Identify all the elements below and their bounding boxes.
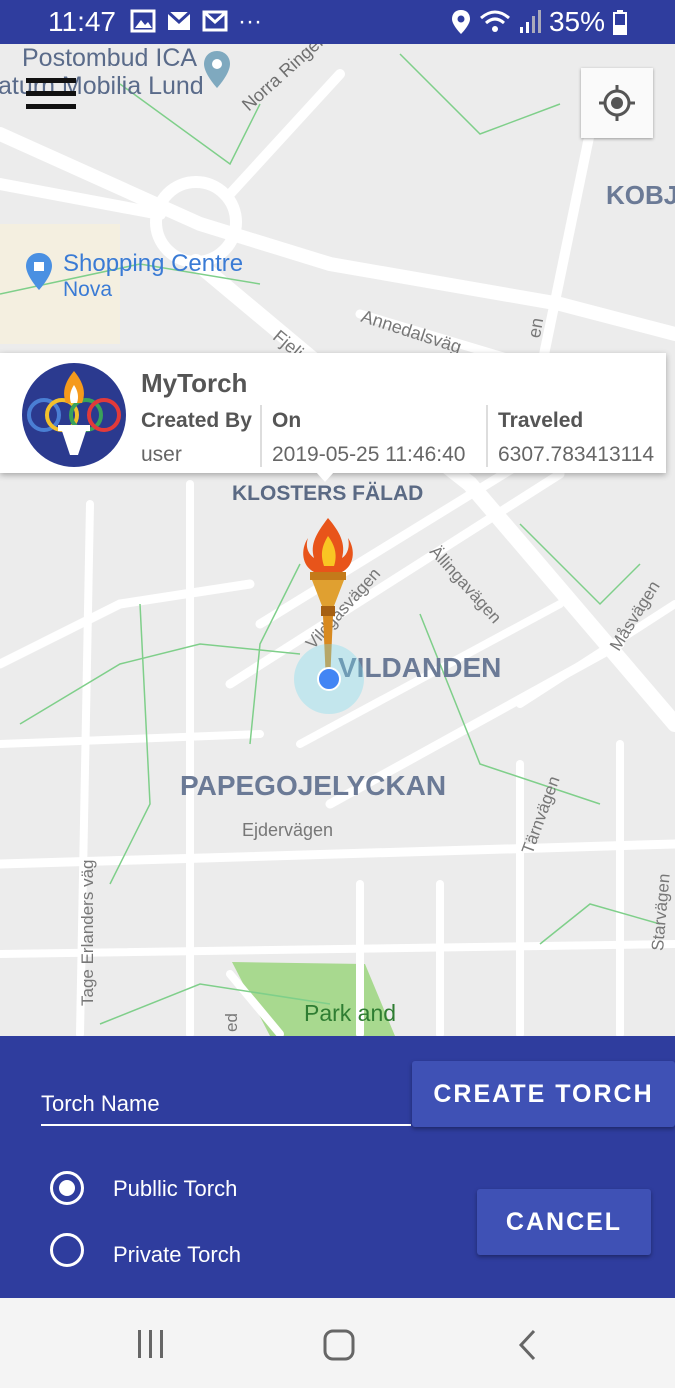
notification-icons: ··· [130, 8, 262, 36]
label-en: en [524, 316, 548, 340]
create-torch-button[interactable]: CREATE TORCH [412, 1061, 675, 1127]
divider [486, 405, 488, 467]
created-by-label: Created By [141, 409, 252, 432]
my-location-button[interactable] [581, 68, 653, 138]
label-kobj: KOBJ [606, 180, 675, 210]
torch-name-input[interactable] [41, 1084, 411, 1126]
email-icon [166, 10, 192, 30]
label-ejdervagen: Ejdervägen [242, 820, 334, 840]
back-icon[interactable] [516, 1328, 540, 1362]
torch-title: MyTorch [141, 368, 248, 398]
label-tage-erlanders: Tage Erlanders väg [78, 859, 97, 1006]
public-torch-radio[interactable] [50, 1171, 84, 1205]
signal-icon [519, 10, 541, 33]
on-value: 2019-05-25 11:46:40 [272, 443, 466, 466]
card-pointer [316, 472, 334, 482]
system-nav-bar [0, 1298, 675, 1388]
more-icon: ··· [238, 8, 262, 35]
private-torch-label[interactable]: Private Torch [113, 1242, 241, 1268]
traveled-label: Traveled [498, 409, 584, 432]
battery-percent: 35% [548, 6, 605, 37]
label-park: Park and [304, 1000, 397, 1026]
home-icon[interactable] [322, 1328, 356, 1362]
cancel-button[interactable]: CANCEL [477, 1189, 651, 1255]
battery-icon [613, 10, 627, 35]
location-icon [451, 10, 470, 34]
private-torch-radio[interactable] [50, 1233, 84, 1267]
status-bar: 11:47 ··· 35% [0, 0, 675, 44]
wifi-icon [479, 10, 510, 32]
system-icons: 35% [451, 6, 627, 38]
label-shopping-centre: Shopping Centre [63, 250, 244, 277]
status-time: 11:47 [48, 6, 116, 37]
gmail-icon [202, 10, 228, 32]
user-location-marker [294, 644, 364, 714]
radio-selected-dot [59, 1180, 75, 1196]
menu-icon[interactable] [26, 78, 76, 114]
map-view[interactable]: Postombud ICA aturn Mobilia Lund Norra R… [0, 44, 675, 1036]
recent-apps-icon[interactable] [134, 1328, 168, 1360]
map-pin-icon [204, 51, 230, 88]
shopping-icon [26, 253, 52, 290]
created-by-value: user [141, 443, 182, 466]
crosshair-icon [599, 85, 635, 121]
label-klosters-falad: KLOSTERS FÄLAD [232, 482, 424, 505]
image-icon [130, 9, 156, 33]
label-ed: ed [222, 1013, 241, 1032]
public-torch-label[interactable]: Publlic Torch [113, 1176, 237, 1202]
torch-info-card[interactable]: MyTorch Created By user On 2019-05-25 11… [0, 353, 666, 473]
torch-avatar [22, 363, 126, 467]
on-label: On [272, 409, 302, 432]
label-nova: Nova [63, 278, 113, 301]
label-postombud: Postombud ICA [22, 44, 198, 72]
divider [260, 405, 262, 467]
traveled-value: 6307.783413114 [498, 443, 655, 466]
label-papegojelyckan: PAPEGOJELYCKAN [180, 770, 447, 801]
olympic-torch-logo [27, 371, 121, 455]
